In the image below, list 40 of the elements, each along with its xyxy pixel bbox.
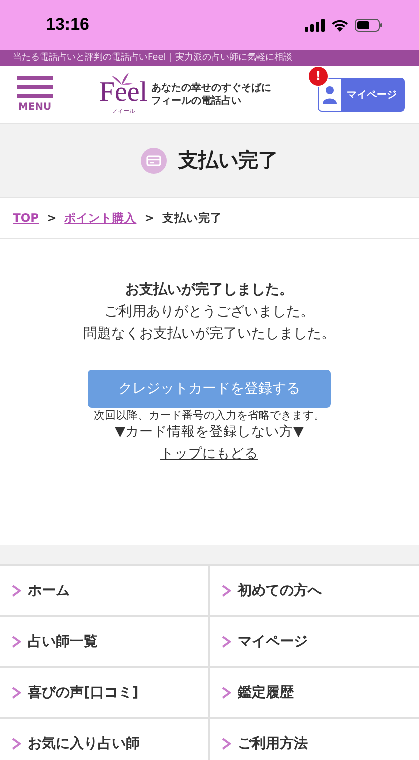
nav-menu-item[interactable]: お気に入り占い師 xyxy=(0,719,210,760)
page-title: 支払い完了 xyxy=(178,147,278,174)
message-text: 問題なくお支払いが完了いたしました。 xyxy=(84,325,336,344)
tagline: 当たる電話占いと評判の電話占いFeel｜実力派の占い師に気軽に相談 xyxy=(0,50,419,66)
back-to-top-link[interactable]: トップにもどる xyxy=(160,445,258,463)
breadcrumb-current: 支払い完了 xyxy=(162,210,222,226)
skip-note: ▼カード情報を登録しない方▼ xyxy=(115,423,304,441)
register-note: 次回以降、カード番号の入力を省略できます。 xyxy=(94,408,325,423)
nav-menu-item[interactable]: 占い師一覧 xyxy=(0,617,210,668)
chevron-icon xyxy=(222,584,231,596)
chevron-icon xyxy=(12,686,21,698)
user-icon xyxy=(323,86,337,104)
menu-button[interactable]: MENU xyxy=(17,76,53,113)
chevron-icon xyxy=(222,636,231,648)
nav-menu-item[interactable]: ご利用方法 xyxy=(210,719,419,760)
nav-menu-item[interactable]: 喜びの声[口コミ] xyxy=(0,668,210,719)
alert-badge: ! xyxy=(308,66,329,86)
wifi-icon xyxy=(331,18,349,32)
chevron-icon xyxy=(222,686,231,698)
catchphrase: フィールの電話占い xyxy=(152,94,243,108)
nav-menu-item[interactable]: 鑑定履歴 xyxy=(210,668,419,719)
chevron-icon xyxy=(12,584,21,596)
chevron-icon xyxy=(222,738,231,750)
message-text: ご利用ありがとうございました。 xyxy=(104,303,314,322)
breadcrumb-link[interactable]: ポイント購入 xyxy=(64,210,137,226)
nav-menu-item[interactable]: 初めての方へ xyxy=(210,566,419,617)
breadcrumb-separator: > xyxy=(144,211,154,225)
breadcrumb-link[interactable]: TOP xyxy=(13,211,40,225)
catchphrase: あなたの幸せのすぐそばに xyxy=(152,82,272,94)
breadcrumb-separator: > xyxy=(47,211,57,225)
chevron-icon xyxy=(12,636,21,648)
status-time: 13:16 xyxy=(46,15,90,35)
mypage-button[interactable]: マイページ xyxy=(318,78,405,112)
signal-icon xyxy=(305,18,325,32)
chevron-icon xyxy=(12,738,21,750)
battery-icon xyxy=(355,18,383,32)
card-icon xyxy=(140,148,166,174)
nav-menu-item[interactable]: ホーム xyxy=(0,566,210,617)
nav-menu-item[interactable]: マイページ xyxy=(210,617,419,668)
message-heading: お支払いが完了しました。 xyxy=(126,280,294,300)
